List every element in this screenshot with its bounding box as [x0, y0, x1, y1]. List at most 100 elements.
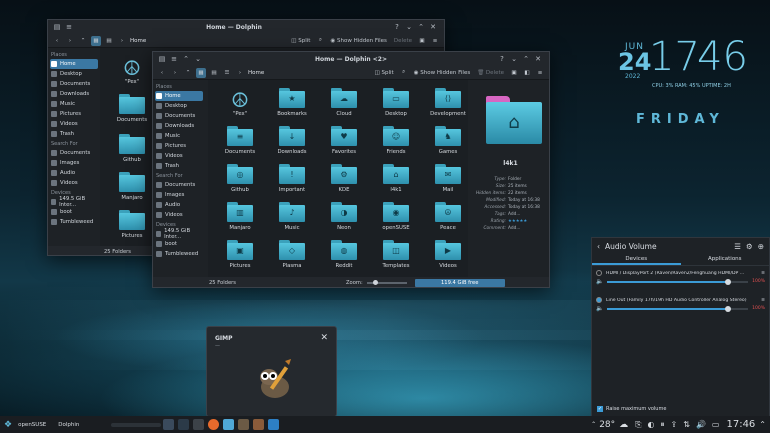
sidebar-item-search-audio[interactable]: Audio: [48, 168, 100, 178]
hamburger-icon[interactable]: ≡: [535, 68, 545, 78]
dolphin-icon[interactable]: [223, 419, 235, 430]
file-item[interactable]: ◍ Reddit: [326, 240, 362, 269]
file-item[interactable]: ⌂ l4k1: [378, 164, 414, 193]
breadcrumb[interactable]: Home: [248, 70, 264, 76]
sidebar-item-home[interactable]: Home: [155, 91, 203, 101]
split-button[interactable]: ◫ Split: [373, 68, 396, 78]
sidebar-item-desktop[interactable]: Desktop: [48, 69, 100, 79]
file-item[interactable]: ◇ Plasma: [274, 240, 310, 269]
inkscape-icon[interactable]: [253, 419, 265, 430]
pin-icon[interactable]: ⌃: [181, 54, 191, 64]
list-icon[interactable]: ☰: [734, 242, 741, 251]
weather-icon[interactable]: ☁: [619, 420, 628, 430]
volume-icon[interactable]: 🔊: [696, 420, 706, 429]
sidebar-item-downloads[interactable]: Downloads: [48, 89, 100, 99]
file-item[interactable]: ☺ Friends: [378, 126, 414, 155]
file-item[interactable]: Pictures: [114, 210, 150, 239]
preview-icon[interactable]: ◧: [522, 68, 532, 78]
file-item[interactable]: ◉ openSUSE: [378, 202, 414, 231]
file-item[interactable]: ◎ Github: [222, 164, 258, 193]
default-radio[interactable]: [596, 270, 602, 276]
audio-device[interactable]: Line Out (Family 17h/19h HD Audio Contro…: [596, 296, 765, 313]
split-button[interactable]: ◫ Split: [289, 36, 312, 46]
file-item[interactable]: ▶ Videos: [430, 240, 466, 269]
sidebar-item-device[interactable]: 149.5 GiB Inter...: [153, 228, 205, 240]
back-button[interactable]: ‹: [52, 36, 62, 46]
sidebar-item-trash[interactable]: Trash: [48, 129, 100, 139]
file-item[interactable]: Documents: [114, 94, 150, 123]
temperature[interactable]: 28°: [599, 420, 615, 430]
tab-applications[interactable]: Applications: [681, 254, 770, 265]
up-button[interactable]: ⌃: [78, 36, 88, 46]
file-item[interactable]: ▥ Manjaro: [222, 202, 258, 231]
back-button[interactable]: ‹: [157, 68, 167, 78]
maximize-icon[interactable]: ⌃: [521, 54, 531, 64]
terminal-icon[interactable]: ▣: [509, 68, 519, 78]
taskbar-app-label[interactable]: Dolphin: [58, 422, 79, 428]
sidebar-item-documents[interactable]: Documents: [48, 79, 100, 89]
device-menu-icon[interactable]: ≡: [761, 298, 765, 303]
sidebar-item-device[interactable]: 149.5 GiB Inter...: [48, 196, 100, 208]
default-radio[interactable]: [596, 297, 602, 303]
file-item[interactable]: ⚙ KDE: [326, 164, 362, 193]
pen-icon[interactable]: [193, 419, 205, 430]
help-icon[interactable]: ?: [497, 54, 507, 64]
titlebar[interactable]: ▤ ≡ ⌃ ⌄ Home — Dolphin <2> ? ⌄ ⌃ ✕: [153, 52, 549, 66]
sidebar-item-search-audio[interactable]: Audio: [153, 200, 205, 210]
file-item[interactable]: ☁ Cloud: [326, 88, 362, 117]
sidebar-item-music[interactable]: Music: [153, 131, 205, 141]
details-view-button[interactable]: ☰: [222, 68, 232, 78]
opensuse-icon[interactable]: ❖: [4, 420, 12, 430]
updates-icon[interactable]: ⇪: [671, 420, 678, 429]
file-item[interactable]: ! Important: [274, 164, 310, 193]
icons-view-button[interactable]: ▦: [196, 67, 206, 78]
pin-down-icon[interactable]: ⌄: [193, 54, 203, 64]
file-item[interactable]: ≡ Documents: [222, 126, 258, 155]
show-desktop-icon[interactable]: ⌃: [759, 420, 766, 429]
sidebar-item-documents[interactable]: Documents: [153, 111, 205, 121]
forward-button[interactable]: ›: [170, 68, 180, 78]
maximize-icon[interactable]: ⌃: [416, 22, 426, 32]
pin-icon[interactable]: ⊕: [758, 242, 764, 251]
audio-device[interactable]: HDMI / DisplayPort 2 (Raven/Raven2/Fengh…: [596, 269, 765, 286]
chevron-up-icon[interactable]: ⌃: [591, 421, 596, 428]
desktop-pager-icon[interactable]: [163, 419, 175, 430]
titlebar[interactable]: ▤ ≡ Home — Dolphin ? ⌄ ⌃ ✕: [48, 20, 444, 34]
sidebar-item-device[interactable]: boot: [153, 239, 205, 249]
sidebar-item-videos[interactable]: Videos: [48, 119, 100, 129]
file-item[interactable]: ★ Bookmarks: [274, 88, 310, 117]
delete-button[interactable]: Delete: [392, 36, 414, 46]
raise-volume-option[interactable]: ✓ Raise maximum volume: [597, 406, 666, 412]
file-item[interactable]: ♪ Music: [274, 202, 310, 231]
file-item[interactable]: Github: [114, 134, 150, 163]
pager[interactable]: [111, 422, 162, 427]
file-item[interactable]: ↓ Downloads: [274, 126, 310, 155]
clipboard-icon[interactable]: ⎘: [635, 420, 641, 430]
sidebar-item-device[interactable]: boot: [48, 207, 100, 217]
network-icon[interactable]: ⇅: [683, 420, 690, 429]
speaker-icon[interactable]: 🔈: [596, 305, 603, 312]
sidebar-item-pictures[interactable]: Pictures: [153, 141, 205, 151]
sidebar-item-music[interactable]: Music: [48, 99, 100, 109]
close-icon[interactable]: ✕: [533, 54, 543, 64]
zoom-slider[interactable]: [366, 279, 407, 285]
taskbar-os-label[interactable]: openSUSE: [18, 422, 46, 428]
show-hidden-button[interactable]: ◉ Show Hidden Files: [328, 36, 388, 46]
media-icon[interactable]: ⏸: [661, 420, 665, 430]
file-item[interactable]: ▣ Pictures: [222, 240, 258, 269]
device-menu-icon[interactable]: ≡: [761, 271, 765, 276]
file-item[interactable]: ✉ Mail: [430, 164, 466, 193]
sidebar-item-trash[interactable]: Trash: [153, 161, 205, 171]
sidebar-item-search-videos[interactable]: Videos: [153, 210, 205, 220]
sidebar-item-search-documents[interactable]: Documents: [48, 148, 100, 158]
compact-view-button[interactable]: ▤: [104, 36, 114, 46]
sidebar-item-device[interactable]: Tumbleweed: [48, 217, 100, 227]
firefox-icon[interactable]: [208, 419, 220, 430]
breadcrumb[interactable]: Home: [130, 38, 146, 44]
sidebar-item-home[interactable]: Home: [50, 59, 98, 69]
taskbar-clock[interactable]: 17:46: [726, 419, 755, 430]
show-hidden-button[interactable]: ◉ Show Hidden Files: [412, 68, 472, 78]
volume-slider[interactable]: [607, 305, 749, 312]
file-item[interactable]: ☮ "Pex": [114, 56, 150, 85]
file-item[interactable]: ☮ Peace: [430, 202, 466, 231]
